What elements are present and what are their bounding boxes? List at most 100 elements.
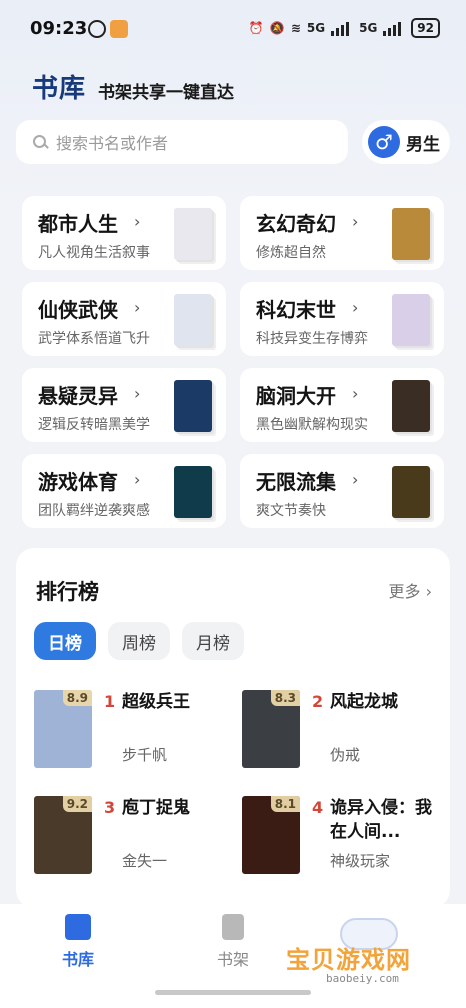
category-name: 悬疑灵异	[38, 384, 118, 408]
signal-icon-2	[383, 20, 405, 36]
page-subtitle[interactable]: 书架共享一键直达	[98, 78, 234, 103]
gender-toggle-button[interactable]: ♂ 男生	[362, 120, 450, 164]
category-name: 无限流集	[256, 470, 336, 494]
more-label: 更多	[388, 582, 421, 601]
book-title: 诡异入侵：我在人间...	[330, 798, 432, 842]
chevron-right-icon: ›	[134, 384, 141, 403]
app-notification-icon	[110, 20, 128, 38]
mute-icon: 🔕	[269, 21, 285, 35]
book-rank-number: 2	[312, 692, 324, 711]
alarm-icon: ⏰	[248, 21, 264, 35]
battery-indicator: 92	[411, 18, 440, 38]
book-score-badge: 8.1	[270, 796, 300, 812]
nav-item-bookshelf[interactable]: 书架	[193, 914, 273, 970]
network-type-2: 5G	[359, 21, 378, 35]
book-score-badge: 8.9	[62, 690, 92, 706]
nav-label: 书架	[216, 950, 249, 969]
tab-weekly[interactable]: 周榜	[108, 622, 170, 660]
male-symbol-icon: ♂	[368, 126, 400, 158]
category-desc: 团队羁绊逆袭爽感	[38, 503, 150, 519]
library-book-icon	[65, 914, 91, 940]
category-desc: 凡人视角生活叙事	[38, 245, 150, 261]
ranking-book-item[interactable]: 8.9 1 超级兵王 步千帆	[34, 690, 234, 774]
category-cover-image	[392, 466, 430, 518]
category-desc: 黑色幽默解构现实	[256, 417, 368, 433]
category-card[interactable]: 仙侠武侠 › 武学体系悟道飞升	[22, 282, 226, 356]
status-bar: 09:23 ⏰ 🔕 ≋ 5G 5G 92	[0, 0, 466, 58]
ranking-book-item[interactable]: 8.3 2 风起龙城 伪戒	[242, 690, 442, 774]
watermark-logo: 宝贝游戏网	[286, 946, 411, 974]
ranking-more-link[interactable]: 更多 ›	[388, 578, 432, 602]
category-cover-image	[392, 380, 430, 432]
category-card[interactable]: 脑洞大开 › 黑色幽默解构现实	[240, 368, 444, 442]
book-score-badge: 8.3	[270, 690, 300, 706]
ranking-card: 排行榜 更多 › 日榜 周榜 月榜 8.9 1 超级兵王 步千帆 8.3 2 风…	[16, 548, 450, 908]
watermark-url: baobeiy.com	[326, 972, 399, 985]
category-desc: 逻辑反转暗黑美学	[38, 417, 150, 433]
book-cover-image: 8.9	[34, 690, 92, 768]
book-author: 神级玩家	[330, 852, 391, 870]
category-name: 脑洞大开	[256, 384, 336, 408]
book-author: 金失一	[122, 852, 168, 870]
book-rank-number: 3	[104, 798, 116, 817]
category-card[interactable]: 游戏体育 › 团队羁绊逆袭爽感	[22, 454, 226, 528]
chevron-right-icon: ›	[134, 212, 141, 231]
ranking-book-item[interactable]: 8.1 4 诡异入侵：我在人间... 神级玩家	[242, 796, 442, 880]
category-card[interactable]: 悬疑灵异 › 逻辑反转暗黑美学	[22, 368, 226, 442]
status-right: ⏰ 🔕 ≋ 5G 5G 92	[249, 18, 440, 38]
category-name: 科幻末世	[256, 298, 336, 322]
nav-label: 书库	[61, 950, 94, 969]
book-author: 伪戒	[330, 746, 361, 764]
category-desc: 修炼超自然	[256, 245, 326, 261]
gender-label: 男生	[406, 134, 440, 155]
chevron-right-icon: ›	[352, 212, 359, 231]
category-card[interactable]: 无限流集 › 爽文节奏快	[240, 454, 444, 528]
tab-daily[interactable]: 日榜	[34, 622, 96, 660]
category-desc: 科技异变生存博弈	[256, 331, 368, 347]
book-author: 步千帆	[122, 746, 168, 764]
ranking-book-item[interactable]: 9.2 3 庖丁捉鬼 金失一	[34, 796, 234, 880]
book-cover-image: 8.3	[242, 690, 300, 768]
chevron-right-icon: ›	[134, 470, 141, 489]
ranking-tabs: 日榜 周榜 月榜	[34, 622, 244, 660]
category-name: 玄幻奇幻	[256, 212, 336, 236]
category-cover-image	[174, 208, 212, 260]
chevron-right-icon: ›	[425, 582, 432, 601]
category-cover-image	[392, 294, 430, 346]
book-rank-number: 1	[104, 692, 116, 711]
book-rank-number: 4	[312, 798, 324, 817]
category-card[interactable]: 都市人生 › 凡人视角生活叙事	[22, 196, 226, 270]
wifi-icon: ≋	[290, 21, 301, 35]
network-type-1: 5G	[306, 21, 326, 35]
book-score-badge: 9.2	[62, 796, 92, 812]
category-name: 都市人生	[38, 212, 118, 236]
category-name: 游戏体育	[38, 470, 118, 494]
book-cover-image: 9.2	[34, 796, 92, 874]
page-title: 书库	[32, 74, 87, 104]
search-input[interactable]: 搜索书名或作者	[16, 120, 348, 164]
book-title: 超级兵王	[122, 692, 190, 712]
category-card[interactable]: 玄幻奇幻 › 修炼超自然	[240, 196, 444, 270]
chevron-right-icon: ›	[134, 298, 141, 317]
chevron-right-icon: ›	[352, 384, 359, 403]
bookshelf-icon	[222, 914, 244, 940]
book-title: 风起龙城	[330, 692, 398, 712]
category-cover-image	[392, 208, 430, 260]
tab-monthly[interactable]: 月榜	[182, 622, 244, 660]
search-placeholder: 搜索书名或作者	[56, 134, 169, 153]
book-title: 庖丁捉鬼	[122, 798, 190, 818]
category-card[interactable]: 科幻末世 › 科技异变生存博弈	[240, 282, 444, 356]
status-time: 09:23	[30, 18, 88, 39]
nav-item-library[interactable]: 书库	[38, 914, 118, 970]
category-grid: 都市人生 › 凡人视角生活叙事 玄幻奇幻 › 修炼超自然 仙侠武侠 › 武学体系…	[22, 196, 444, 528]
category-cover-image	[174, 294, 212, 346]
category-desc: 爽文节奏快	[256, 503, 326, 519]
search-icon	[32, 134, 48, 150]
category-desc: 武学体系悟道飞升	[38, 331, 150, 347]
ranking-title: 排行榜	[36, 580, 99, 604]
chevron-right-icon: ›	[352, 298, 359, 317]
chevron-right-icon: ›	[352, 470, 359, 489]
home-indicator[interactable]	[155, 990, 311, 995]
category-cover-image	[174, 380, 212, 432]
notification-icon	[88, 20, 106, 38]
